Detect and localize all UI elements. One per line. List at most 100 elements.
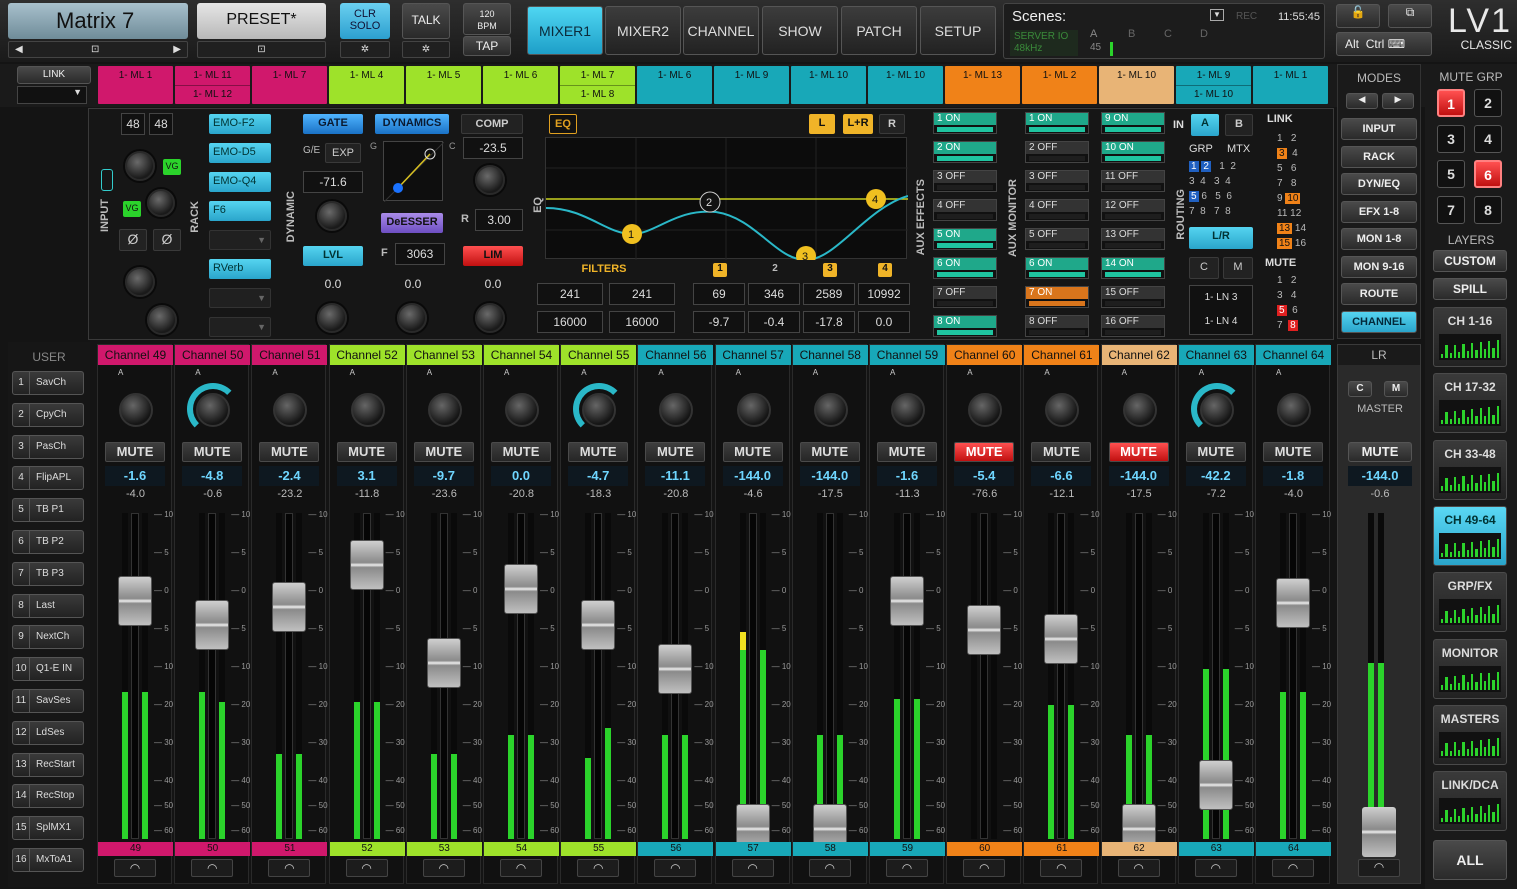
pan-knob[interactable] [1277, 393, 1311, 427]
pan-knob[interactable] [968, 393, 1003, 427]
channel-name[interactable]: Channel 53 [406, 345, 482, 365]
link-button[interactable]: 1- ML 1 [98, 66, 173, 104]
headphone-icon[interactable]: ◠ [731, 859, 774, 877]
aux-send[interactable]: 4 OFF [1025, 199, 1089, 221]
vg-button[interactable]: VG [163, 159, 181, 175]
channel-name[interactable]: Channel 62 [1101, 345, 1177, 365]
aux-send[interactable]: 3 OFF [1025, 170, 1089, 192]
mode-input[interactable]: INPUT [1341, 118, 1417, 140]
channel-fader[interactable] [195, 600, 230, 651]
aux-send[interactable]: 2 ON [933, 141, 997, 163]
mute-button[interactable]: MUTE [568, 442, 629, 462]
link-button[interactable]: 1- ML 10 [868, 66, 943, 104]
eq-band-freq[interactable]: 10992 [858, 283, 910, 305]
mute-group-5[interactable]: 5 [1437, 160, 1465, 188]
headphone-icon[interactable]: ◠ [268, 859, 311, 877]
mute-button[interactable]: MUTE [182, 442, 243, 462]
dynamics-button[interactable]: DYNAMICS [375, 114, 449, 134]
pan-knob[interactable] [582, 393, 617, 427]
lock-icon[interactable]: 🔓 [1336, 4, 1380, 28]
pan-knob[interactable] [147, 305, 177, 335]
channel-name[interactable]: Channel 58 [792, 345, 868, 365]
mute-group-4[interactable]: 4 [1474, 124, 1502, 153]
headphone-icon[interactable]: ◠ [1272, 859, 1314, 877]
channel-name[interactable]: Channel 59 [870, 345, 945, 365]
user-key-7[interactable]: 7 TB P3 [12, 561, 84, 586]
eq-band-freq[interactable]: 69 [693, 283, 745, 305]
channel-name[interactable]: Channel 56 [638, 345, 714, 365]
channel-name[interactable]: Channel 51 [252, 345, 328, 365]
deesser-button[interactable]: DeESSER [381, 213, 443, 233]
alt-key[interactable]: Alt [1345, 37, 1359, 51]
aux-send[interactable]: 2 OFF [1025, 141, 1089, 163]
headphone-icon[interactable]: ◠ [577, 859, 620, 877]
aux-send[interactable]: 5 ON [933, 228, 997, 250]
pan-knob[interactable] [813, 393, 848, 427]
user-key-15[interactable]: 15 SplMX1 [12, 816, 84, 841]
aux-send[interactable]: 16 OFF [1101, 315, 1165, 337]
pan-knob[interactable] [1122, 393, 1157, 427]
preset-button[interactable]: PRESET* [197, 3, 326, 39]
comp-gain-knob[interactable] [475, 303, 505, 333]
mode-mon-9-16[interactable]: MON 9-16 [1341, 255, 1417, 278]
mode-route[interactable]: ROUTE [1341, 283, 1417, 305]
vg-button-2[interactable]: VG [123, 201, 141, 217]
link-chain-icon[interactable] [101, 169, 113, 191]
channel-name[interactable]: Channel 60 [947, 345, 1023, 365]
clear-solo-button[interactable]: CLR SOLO [340, 3, 390, 39]
aux-send[interactable]: 8 ON [933, 315, 997, 337]
mute-button[interactable]: MUTE [799, 442, 860, 462]
layer-ch-33-48[interactable]: CH 33-48 [1433, 439, 1507, 500]
mute-group-3[interactable]: 3 [1437, 124, 1465, 153]
mute-button[interactable]: MUTE [1185, 442, 1246, 462]
link-button[interactable]: 1- ML 9 [714, 66, 789, 104]
center-assign-button[interactable]: C [1189, 257, 1219, 279]
ctrl-key[interactable]: Ctrl [1366, 37, 1385, 51]
headphone-icon[interactable]: ◠ [963, 859, 1006, 877]
tab-mixer2[interactable]: MIXER2 [605, 6, 681, 55]
channel-fader[interactable] [658, 644, 693, 695]
headphone-icon[interactable]: ◠ [500, 859, 542, 877]
channel-name[interactable]: Channel 64 [1256, 345, 1331, 365]
comp-button[interactable]: COMP [461, 114, 523, 134]
input-gain-knob[interactable] [125, 151, 155, 181]
rack-slot[interactable]: EMO-D5 [209, 143, 271, 163]
link-button[interactable]: 1- ML 6 [483, 66, 558, 104]
aux-send[interactable]: 4 OFF [933, 199, 997, 221]
aux-send[interactable]: 7 OFF [933, 286, 997, 308]
mute-group-7[interactable]: 7 [1437, 195, 1465, 224]
aux-send[interactable]: 9 ON [1101, 112, 1165, 134]
link-button[interactable]: 1- ML 5 [406, 66, 481, 104]
channel-name[interactable]: Channel 63 [1178, 345, 1254, 365]
direct-out-4[interactable]: 1- LN 4 [1190, 310, 1252, 334]
rack-slot[interactable]: EMO-F2 [209, 114, 271, 134]
link-button[interactable]: 1- ML 10 [1099, 66, 1174, 104]
mute-button[interactable]: MUTE [259, 442, 320, 462]
mute-button[interactable]: MUTE [1108, 442, 1169, 462]
mute-button[interactable]: MUTE [336, 442, 397, 462]
layer-link-dca[interactable]: LINK/DCA [1433, 771, 1507, 832]
headphone-icon[interactable]: ◠ [114, 859, 156, 877]
aux-send[interactable]: 10 ON [1101, 141, 1165, 163]
modes-prev-icon[interactable]: ◀ [1346, 93, 1378, 109]
talk-button[interactable]: TALK [402, 3, 450, 39]
prev-icon[interactable]: ◀ [15, 42, 23, 57]
pan-knob[interactable] [427, 393, 462, 427]
aux-send[interactable]: 5 OFF [1025, 228, 1089, 250]
aux-send[interactable]: 14 ON [1101, 257, 1165, 279]
comp-threshold[interactable]: -23.5 [463, 137, 523, 159]
mute-group-6[interactable]: 6 [1474, 160, 1502, 188]
layer-ch-49-64[interactable]: CH 49-64 [1433, 505, 1507, 566]
link-button[interactable]: 1- ML 10 [791, 66, 866, 104]
eq-band-gain[interactable]: -0.4 [748, 311, 800, 333]
user-key-11[interactable]: 11 SavSes [12, 689, 84, 713]
link-button[interactable]: 1- ML 9 1- ML 10 [1176, 66, 1251, 104]
phantom-48v-b[interactable]: 48 [149, 113, 173, 135]
pan-knob[interactable] [891, 393, 925, 427]
eq-graph[interactable]: 1 2 3 4 [545, 137, 909, 266]
mode-channel[interactable]: CHANNEL [1341, 310, 1417, 333]
mute-button[interactable]: MUTE [1263, 442, 1323, 462]
eq-r-button[interactable]: R [879, 114, 905, 134]
input-trim-knob[interactable] [147, 189, 175, 217]
user-key-14[interactable]: 14 RecStop [12, 784, 84, 809]
